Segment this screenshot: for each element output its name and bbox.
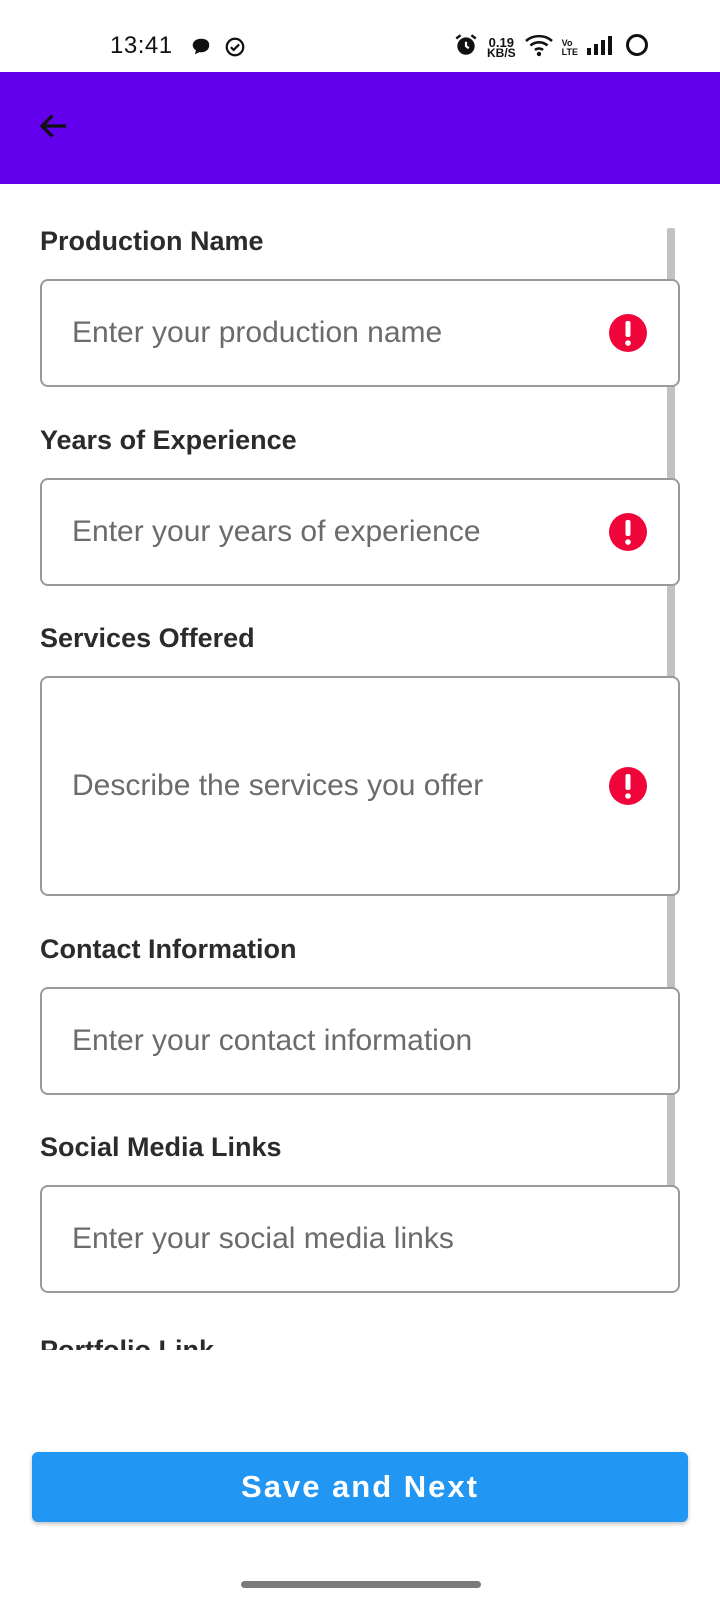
battery-icon [624,32,650,63]
production-name-box[interactable] [40,279,680,387]
portfolio-link-label: Portfolio Link [40,1335,214,1350]
status-system-icons: 0.19 KB/S Vo LTE [453,32,650,63]
services-offered-input[interactable] [72,678,608,894]
years-of-experience-label: Years of Experience [40,425,297,455]
social-media-links-label: Social Media Links [40,1132,282,1162]
volte-bottom: LTE [561,46,578,57]
services-offered-label: Services Offered [40,623,255,653]
error-icon [608,766,648,806]
status-notification-icons [190,36,246,63]
contact-information-label: Contact Information [40,934,297,964]
production-name-label: Production Name [40,226,264,256]
app-bar [0,72,720,184]
alarm-icon [453,32,479,63]
arrow-left-icon [36,108,72,149]
years-of-experience-input[interactable] [72,480,608,584]
save-and-next-button[interactable]: Save and Next [32,1452,688,1522]
chat-bubble-icon [190,36,212,63]
contact-information-input[interactable] [72,989,608,1093]
years-of-experience-box[interactable] [40,478,680,586]
home-indicator[interactable] [241,1581,481,1588]
wifi-icon [524,32,554,63]
network-speed-unit: KB/S [486,45,516,60]
volte-indicator: Vo LTE [561,38,578,57]
error-icon [608,313,648,353]
form-scroll-area[interactable]: Production Name Years of Experience Serv… [0,184,720,1370]
services-offered-box[interactable] [40,676,680,896]
error-icon [608,512,648,552]
status-bar: 13:41 0.19 KB/S Vo LTE [0,0,720,72]
social-media-links-box[interactable] [40,1185,680,1293]
contact-information-box[interactable] [40,987,680,1095]
network-speed: 0.19 KB/S [486,36,516,60]
social-media-links-input[interactable] [72,1187,608,1291]
signal-icon [586,33,616,62]
back-button[interactable] [34,108,74,148]
check-circle-icon [224,36,246,63]
status-time: 13:41 [110,32,173,59]
production-name-input[interactable] [72,281,608,385]
